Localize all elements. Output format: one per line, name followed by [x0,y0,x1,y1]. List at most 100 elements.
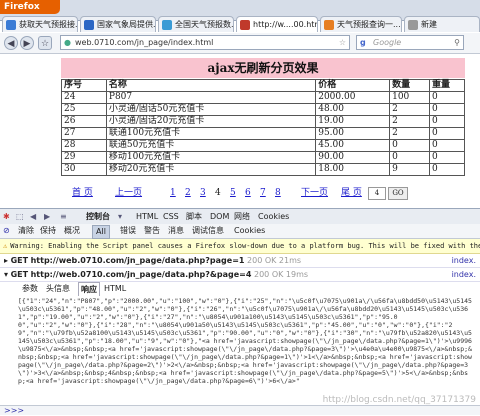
tab-html[interactable]: HTML [136,209,158,224]
page-link-2[interactable]: 2 [185,186,191,200]
tab-response[interactable]: 响应 [78,282,100,296]
next-page-link[interactable]: 下一页 [301,186,328,200]
current-page: 4 [215,188,221,198]
tab-cookies[interactable]: Cookies [258,209,289,224]
globe-icon [6,20,16,30]
table-cell: 48.00 [315,103,391,116]
tab-css[interactable]: CSS [163,209,179,224]
clear-icon[interactable]: ⊘ [3,224,10,238]
watermark: http://blog.csdn.net/qq_37171379 [322,395,476,405]
tab-1[interactable]: 国家气象局提供... [80,16,156,32]
table-cell: 2 [389,127,431,140]
tab-script[interactable]: 脚本 [186,209,202,224]
request-row[interactable]: ▾ GET http://web.0710.com/jn_page/data.p… [0,268,480,282]
table-row: 28 联通50元充值卡 45.00 0 0 [61,139,465,152]
firefox-menu-button[interactable]: Firefox [0,0,60,14]
first-page-link[interactable]: 首 页 [72,186,93,200]
request-method: GET [10,256,29,265]
last-page-link[interactable]: 尾 页 [341,186,362,200]
filter-all[interactable]: All [92,225,110,239]
filter-debug[interactable]: 调试信息 [192,224,224,238]
table-cell: 小灵通/固话50元充值卡 [105,103,317,116]
filter-cookies[interactable]: Cookies [234,224,265,238]
tab-console[interactable]: 控制台 [86,209,110,224]
url-bar[interactable]: ● web.0710.com/jn_page/index.html ☆ [60,35,350,50]
col-header-name: 名称 [105,79,317,92]
tab-3[interactable]: http://w....00.html [236,16,318,32]
request-source-link[interactable]: index. [452,254,476,267]
chevron-down-icon[interactable]: ▾ [118,209,122,224]
firebug-icon[interactable]: ✱ [3,209,10,224]
inspect-icon[interactable]: ⬚ [16,209,24,224]
table-cell: 0 [429,115,465,128]
request-url: http://web.0710.com/jn_page/data.php?&pa… [30,270,252,279]
search-input[interactable]: g Google ⚲ [356,35,464,50]
tab-html-response[interactable]: HTML [104,282,126,295]
pagination: 首 页 上一页 1 2 3 4 5 6 7 8 下一页 尾 页 4 GO [61,186,465,200]
table-cell: 0 [389,139,431,152]
table-cell: 29 [61,151,107,164]
tab-headers[interactable]: 头信息 [46,282,70,295]
tab-0[interactable]: 获取天气预报接... [2,16,78,32]
response-tabs: 参数 头信息 响应 HTML [0,282,480,296]
tab-4[interactable]: 天气预报查询一... [320,16,402,32]
tab-params[interactable]: 参数 [22,282,38,295]
table-cell: 0 [429,103,465,116]
request-row[interactable]: ▸ GET http://web.0710.com/jn_page/data.p… [0,254,480,268]
table-cell: 9 [389,163,431,176]
table-cell: 0 [429,91,465,104]
table-cell: 0 [429,139,465,152]
table-cell: 25 [61,103,107,116]
col-header-weight: 重量 [429,79,465,92]
tab-dom[interactable]: DOM [210,209,229,224]
back-icon[interactable]: ◀ [4,36,18,50]
history-icon[interactable]: ☆ [38,36,52,50]
filter-info[interactable]: 消息 [168,224,184,238]
tab-net[interactable]: 网络 [234,209,250,224]
request-source-link[interactable]: index. [452,268,476,281]
table-row: 24 P807 2000.00 100 0 [61,91,465,104]
filter-errors[interactable]: 错误 [120,224,136,238]
tab-2[interactable]: 全国天气预报数... [158,16,234,32]
table-row: 26 小灵通/固话20元充值卡 19.00 2 0 [61,115,465,128]
table-cell: 小灵通/固话20元充值卡 [105,115,317,128]
response-body: [{"1":"24","n":"P807","p":"2000.00","u":… [18,297,472,385]
goto-page-input[interactable]: 4 [368,187,386,200]
page-link-5[interactable]: 5 [230,186,236,200]
page-link-8[interactable]: 8 [275,186,281,200]
page-link-3[interactable]: 3 [200,186,206,200]
filter-warnings[interactable]: 警告 [144,224,160,238]
dock-icon[interactable]: ≡ [60,209,67,224]
prev-page-link[interactable]: 上一页 [115,186,142,200]
table-cell: 90.00 [315,151,391,164]
tab-label: http://w....00.html [253,20,318,29]
forward-icon[interactable]: ▶ [20,36,34,50]
request-status: 200 OK 19ms [254,270,309,279]
bookmark-star-icon[interactable]: ☆ [339,36,346,49]
command-line[interactable]: >>> [0,405,480,415]
page-icon [240,20,250,30]
col-header-id: 序号 [61,79,107,92]
page-link-1[interactable]: 1 [170,186,176,200]
back-icon[interactable]: ◀ [30,209,36,224]
expand-icon[interactable]: ▸ [0,256,8,265]
go-button[interactable]: GO [388,187,408,200]
persist-button[interactable]: 保持 [40,224,56,238]
table-cell: 0 [389,151,431,164]
firebug-toolbar: ✱ ⬚ ◀ ▶ ≡ 控制台 ▾ HTML CSS 脚本 DOM 网络 Cooki… [0,208,480,225]
weather-icon [324,20,334,30]
profile-button[interactable]: 概况 [64,224,80,238]
table-cell: 2 [389,115,431,128]
page-link-6[interactable]: 6 [245,186,251,200]
table-row: 30 移动20元充值卡 18.00 9 0 [61,163,465,176]
warning-icon: ⚠ [3,242,8,250]
tab-label: 获取天气预报接... [19,20,78,29]
search-icon[interactable]: ⚲ [454,36,460,49]
tab-5[interactable]: 新建 [404,16,480,32]
forward-icon[interactable]: ▶ [44,209,50,224]
table-cell: 0 [429,151,465,164]
tab-bar: Firefox 获取天气预报接... 国家气象局提供... 全国天气预报数...… [0,0,480,32]
collapse-icon[interactable]: ▾ [0,270,8,279]
page-link-7[interactable]: 7 [260,186,266,200]
clear-button[interactable]: 清除 [18,224,34,238]
